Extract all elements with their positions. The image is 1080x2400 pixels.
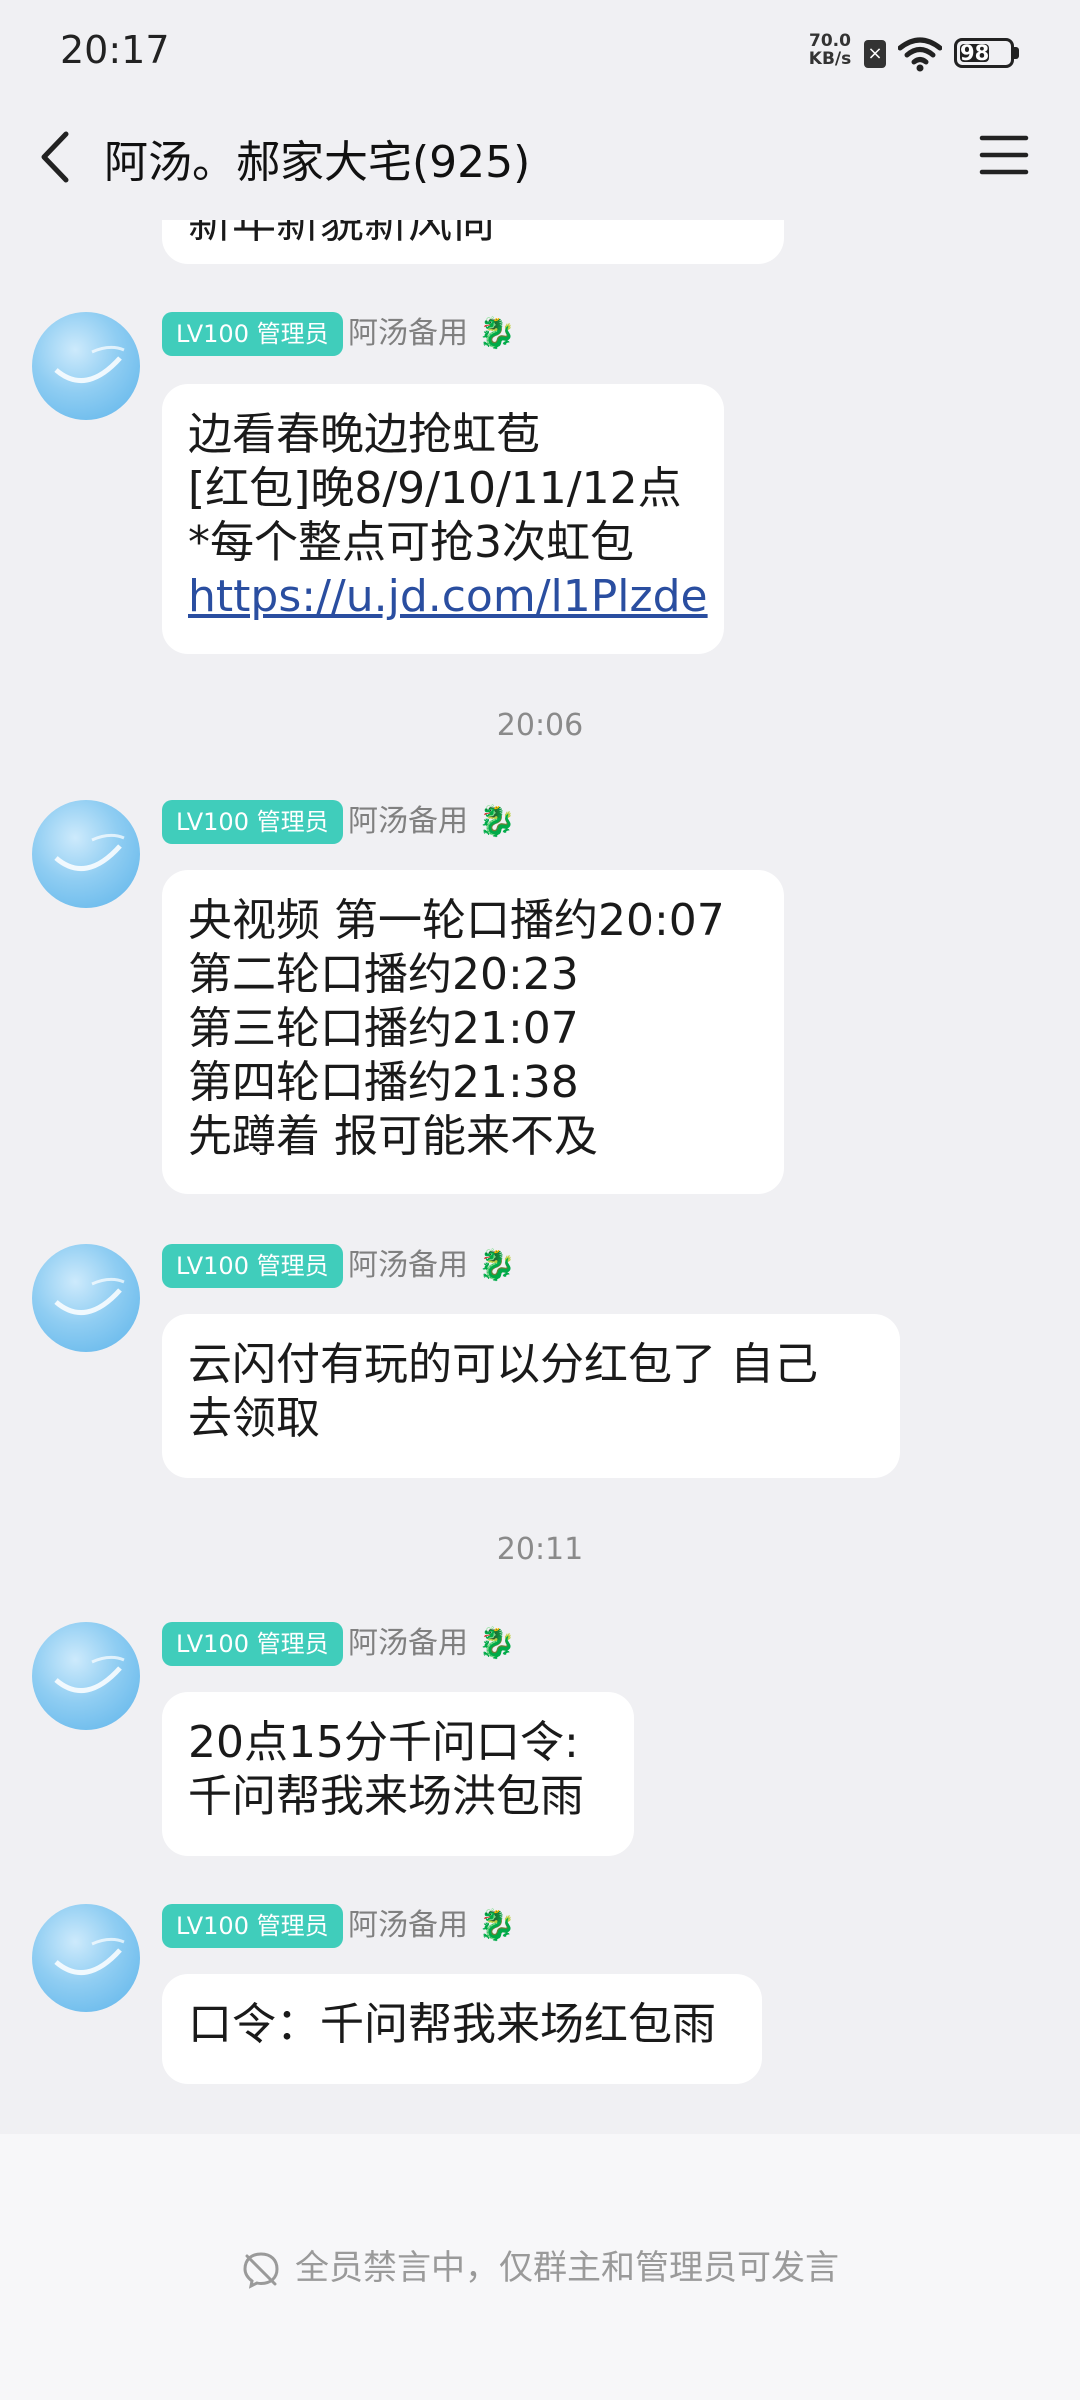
message-line: 第四轮口播约21:38 — [188, 1057, 579, 1108]
sender-name-text: 阿汤备用 — [348, 316, 468, 351]
avatar[interactable] — [32, 312, 140, 420]
sender-name[interactable]: 阿汤备用 🐉 — [348, 312, 515, 356]
sender-name-text: 阿汤备用 — [348, 1908, 468, 1943]
message-line: *每个整点可抢3次虹包 — [188, 517, 634, 568]
avatar[interactable] — [32, 800, 140, 908]
sender-name[interactable]: 阿汤备用 🐉 — [348, 1622, 515, 1666]
chevron-left-icon[interactable] — [30, 122, 80, 192]
message-line: 20点15分千问口令: — [188, 1717, 579, 1768]
message-bubble[interactable]: 云闪付有玩的可以分红包了 自己 去领取 — [162, 1314, 900, 1478]
battery-level: 98 — [960, 41, 990, 65]
status-bar: 20:17 70.0 KB/s × 98 — [0, 0, 1080, 104]
sender-name[interactable]: 阿汤备用 🐉 — [348, 1904, 515, 1948]
mute-icon — [241, 2250, 281, 2290]
wifi-icon — [897, 36, 943, 72]
time-separator: 20:11 — [496, 1532, 584, 1567]
network-speed: 70.0 KB/s — [800, 32, 860, 68]
sender-name-text: 阿汤备用 — [348, 1248, 468, 1283]
message-bubble[interactable]: 20点15分千问口令: 千问帮我来场洪包雨 — [162, 1692, 634, 1856]
network-speed-value: 70.0 — [809, 31, 851, 51]
message-bubble[interactable]: 央视频 第一轮口播约20:07 第二轮口播约20:23 第三轮口播约21:07 … — [162, 870, 784, 1194]
message-line: [红包]晚8/9/10/11/12点 — [188, 463, 682, 514]
mute-notice-text: 全员禁言中，仅群主和管理员可发言 — [295, 2248, 839, 2288]
admin-badge: LV100 管理员 — [162, 1904, 343, 1948]
message-line: 第二轮口播约20:23 — [188, 949, 579, 1000]
battery-icon: 98 — [954, 38, 1014, 68]
admin-badge: LV100 管理员 — [162, 1244, 343, 1288]
dragon-emoji-icon: 🐉 — [478, 1248, 516, 1283]
message-line: 千问帮我来场洪包雨 — [188, 1771, 584, 1822]
message-bubble[interactable]: 口令：千问帮我来场红包雨 — [162, 1974, 762, 2084]
time-separator: 20:06 — [496, 708, 584, 743]
message-line: 去领取 — [188, 1393, 320, 1444]
admin-badge: LV100 管理员 — [162, 800, 343, 844]
dragon-emoji-icon: 🐉 — [478, 316, 516, 351]
avatar[interactable] — [32, 1622, 140, 1730]
message-line: 边看春晚边抢虹苞 — [188, 409, 540, 460]
status-time: 20:17 — [60, 28, 170, 72]
mute-notice: 全员禁言中，仅群主和管理员可发言 — [0, 2240, 1080, 2290]
message-line: 央视频 第一轮口播约20:07 — [188, 895, 725, 946]
mute-footer: 全员禁言中，仅群主和管理员可发言 — [0, 2134, 1080, 2400]
network-speed-unit: KB/s — [808, 49, 852, 69]
dragon-emoji-icon: 🐉 — [478, 1908, 516, 1943]
sender-name-text: 阿汤备用 — [348, 1626, 468, 1661]
message-list[interactable]: 新年新貌新风尚 LV100 管理员 阿汤备用 🐉 边看春晚边抢虹苞 [红包]晚8/… — [0, 0, 1080, 2130]
dragon-emoji-icon: 🐉 — [478, 804, 516, 839]
message-line: 口令：千问帮我来场红包雨 — [188, 1999, 716, 2050]
sender-name[interactable]: 阿汤备用 🐉 — [348, 1244, 515, 1288]
sender-name-text: 阿汤备用 — [348, 804, 468, 839]
hamburger-menu-icon[interactable] — [978, 130, 1030, 180]
message-line: 云闪付有玩的可以分红包了 自己 — [188, 1339, 818, 1390]
battery-tip — [1014, 47, 1019, 59]
avatar[interactable] — [32, 1904, 140, 2012]
dragon-emoji-icon: 🐉 — [478, 1626, 516, 1661]
chat-title[interactable]: 阿汤。郝家大宅(925) — [104, 126, 530, 190]
chat-header: 阿汤。郝家大宅(925) — [0, 104, 1080, 220]
admin-badge: LV100 管理员 — [162, 312, 343, 356]
message-line: 先蹲着 报可能来不及 — [188, 1111, 598, 1162]
message-link[interactable]: https://u.jd.com/l1Plzde — [188, 570, 708, 624]
sender-name[interactable]: 阿汤备用 🐉 — [348, 800, 515, 844]
admin-badge: LV100 管理员 — [162, 1622, 343, 1666]
message-bubble[interactable]: 边看春晚边抢虹苞 [红包]晚8/9/10/11/12点 *每个整点可抢3次虹包 … — [162, 384, 724, 654]
sim-off-icon: × — [864, 40, 886, 68]
avatar[interactable] — [32, 1244, 140, 1352]
message-line: 第三轮口播约21:07 — [188, 1003, 579, 1054]
